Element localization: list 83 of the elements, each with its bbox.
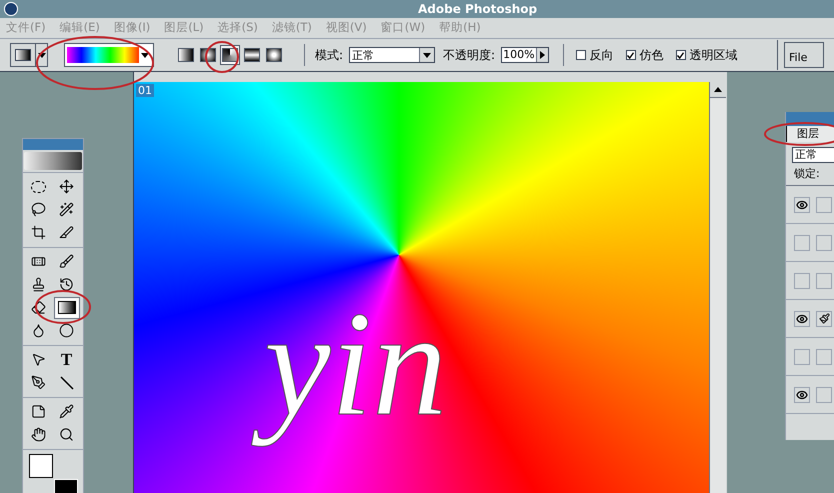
smudge-icon [30, 323, 46, 338]
annotation-ellipse [35, 290, 91, 324]
eyedropper-icon [59, 404, 74, 420]
palette-title-bar [23, 139, 83, 150]
eye-icon [796, 198, 808, 210]
link-toggle[interactable] [816, 310, 832, 326]
select-icon [30, 352, 46, 368]
linear-gradient-button[interactable] [176, 45, 196, 65]
slice-icon [59, 225, 74, 240]
checkmark-icon [677, 52, 684, 58]
eye-icon [796, 388, 808, 400]
link-toggle[interactable] [816, 348, 832, 364]
pen-icon [30, 375, 46, 390]
checkbox[interactable] [576, 50, 586, 60]
type-tool[interactable]: T [54, 348, 80, 371]
link-toggle[interactable] [816, 272, 832, 288]
link-toggle[interactable] [816, 196, 832, 212]
menu-item[interactable]: 视图(V) [326, 19, 367, 37]
menu-item[interactable]: 帮助(H) [439, 19, 481, 37]
eye-icon [796, 312, 808, 324]
menu-item[interactable]: 选择(S) [218, 19, 258, 37]
visibility-toggle[interactable] [794, 196, 810, 212]
menu-item[interactable]: 图像(I) [114, 19, 150, 37]
line-icon [60, 376, 74, 390]
move-icon [59, 179, 74, 194]
window-title: Adobe Photoshop [418, 1, 538, 18]
app-icon [4, 2, 18, 16]
foreground-color-swatch[interactable] [29, 454, 53, 478]
menu-item[interactable]: 滤镜(T) [272, 19, 312, 37]
mode-label: 模式: [315, 47, 344, 64]
checkmark-icon [627, 52, 634, 58]
burn-icon [59, 323, 74, 338]
checkbox[interactable] [676, 50, 686, 60]
blend-mode-dropdown[interactable]: 正常 [792, 147, 834, 163]
menu-item[interactable]: 窗口(W) [380, 19, 426, 37]
canvas-corner-label: 01 [136, 84, 154, 97]
visibility-toggle[interactable] [794, 310, 810, 326]
visibility-toggle[interactable] [794, 272, 810, 288]
checkbox-label: 仿色 [640, 47, 664, 64]
diamond-gradient-button[interactable] [264, 45, 284, 65]
opacity-label: 不透明度: [443, 47, 496, 64]
gradient-tool[interactable] [54, 296, 80, 319]
visibility-toggle[interactable] [794, 386, 810, 402]
spectrum-gradient-icon [67, 47, 139, 63]
wand-icon [59, 202, 74, 218]
checkbox-label: 反向 [590, 47, 614, 64]
eraser-icon [30, 300, 46, 316]
lock-label: 锁定: [794, 166, 820, 182]
reflected-gradient-button[interactable] [242, 45, 262, 65]
caret-icon [423, 52, 432, 58]
link-toggle[interactable] [816, 386, 832, 402]
crop-icon [30, 225, 46, 240]
opacity-field[interactable]: 100% [501, 47, 549, 63]
mode-dropdown[interactable]: 正常 [349, 47, 436, 63]
checkbox[interactable] [626, 50, 636, 60]
vertical-scrollbar[interactable] [709, 82, 726, 493]
annotation-ellipse [205, 41, 239, 73]
visibility-toggle[interactable] [794, 234, 810, 250]
brush-icon [818, 313, 830, 324]
caret-icon [38, 52, 46, 58]
menu-item[interactable]: 编辑(E) [60, 19, 100, 37]
gradient-swatch-icon [15, 49, 31, 61]
layers-tab[interactable]: 图层 [786, 126, 834, 142]
file-browser-button[interactable]: File [784, 42, 824, 68]
brush-icon [59, 254, 74, 270]
scroll-up-icon [714, 87, 722, 92]
link-toggle[interactable] [816, 234, 832, 250]
menu-item[interactable]: 图层(L) [164, 19, 204, 37]
visibility-toggle[interactable] [794, 348, 810, 364]
gradient-icon [58, 301, 76, 314]
arrow-right-icon [540, 51, 545, 59]
gradient-preset-picker[interactable] [10, 43, 48, 67]
hand-icon [30, 427, 46, 442]
stamp-icon [30, 277, 46, 292]
history-icon [59, 277, 74, 292]
gradient-editor-bar[interactable] [64, 43, 154, 67]
ellipse-marquee-icon [30, 180, 46, 193]
lasso-icon [30, 202, 46, 218]
menu-item[interactable]: 文件(F) [6, 19, 46, 37]
notes-icon [30, 404, 46, 420]
caret-icon [141, 52, 149, 58]
checkbox-label: 透明区域 [690, 47, 738, 64]
zoom-icon [59, 427, 74, 442]
